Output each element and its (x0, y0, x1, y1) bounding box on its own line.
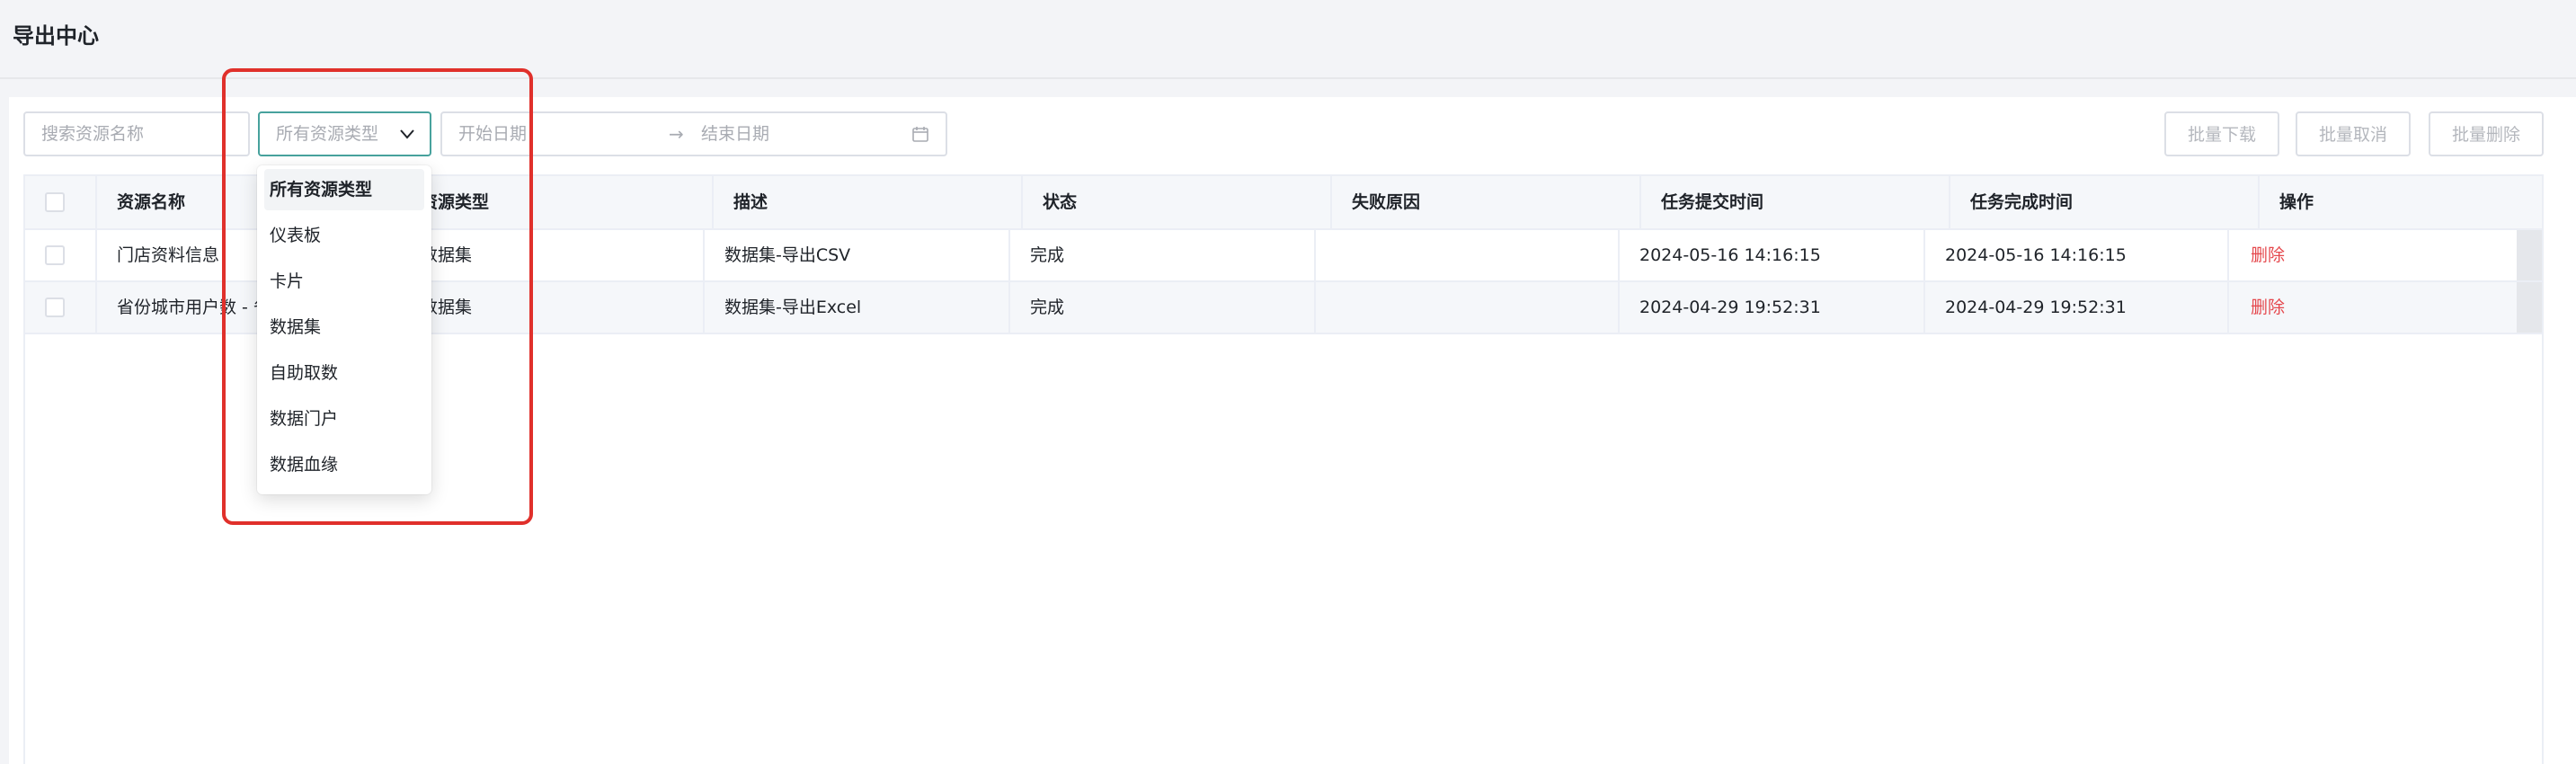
cell-complete-time: 2024-04-29 19:52:31 (1923, 282, 2227, 333)
row-checkbox[interactable] (45, 298, 65, 317)
cell-complete-time: 2024-05-16 14:16:15 (1923, 230, 2227, 280)
dropdown-option[interactable]: 数据集 (264, 306, 424, 348)
column-header-actions: 操作 (2258, 176, 2542, 228)
date-end-input[interactable]: 结束日期 (701, 113, 769, 155)
column-header-submit-time: 任务提交时间 (1639, 176, 1949, 228)
dropdown-option[interactable]: 数据门户 (264, 398, 424, 440)
cell-type: 数据集 (421, 298, 473, 317)
date-range-arrow-icon: → (669, 123, 684, 145)
delete-link[interactable]: 删除 (2251, 245, 2285, 265)
resource-type-dropdown: 所有资源类型 仪表板 卡片 数据集 自助取数 数据门户 数据血缘 (257, 165, 431, 494)
page-title: 导出中心 (13, 23, 99, 49)
batch-download-button[interactable]: 批量下载 (2164, 111, 2279, 156)
cell-status: 完成 (1008, 282, 1314, 333)
scrollbar-track[interactable] (2517, 282, 2542, 333)
column-header-type: 资源类型 (421, 192, 490, 212)
header-divider (0, 77, 2576, 79)
cell-submit-time: 2024-04-29 19:52:31 (1618, 282, 1923, 333)
cell-description: 数据集-导出Excel (703, 282, 1008, 333)
column-header-complete-time: 任务完成时间 (1949, 176, 2258, 228)
cell-description: 数据集-导出CSV (703, 230, 1008, 280)
cell-actions: 删除 (2227, 230, 2517, 280)
cell-failure-reason (1314, 282, 1618, 333)
dropdown-option[interactable]: 仪表板 (264, 215, 424, 256)
dropdown-option[interactable]: 卡片 (264, 261, 424, 302)
date-start-input[interactable]: 开始日期 (458, 113, 527, 155)
column-header-failure-reason: 失败原因 (1330, 176, 1639, 228)
cell-actions: 删除 (2227, 282, 2517, 333)
dropdown-option[interactable]: 数据血缘 (264, 444, 424, 485)
cell-failure-reason (1314, 230, 1618, 280)
cell-status: 完成 (1008, 230, 1314, 280)
cell-submit-time: 2024-05-16 14:16:15 (1618, 230, 1923, 280)
cell-type: 数据集 (421, 245, 473, 265)
dropdown-option[interactable]: 自助取数 (264, 352, 424, 394)
scrollbar-track[interactable] (2517, 230, 2542, 280)
select-all-checkbox[interactable] (45, 192, 65, 212)
resource-type-select-value: 所有资源类型 (276, 124, 379, 144)
search-input[interactable] (23, 111, 250, 156)
resource-type-select[interactable]: 所有资源类型 (258, 111, 431, 156)
date-range-picker[interactable]: 开始日期 → 结束日期 (440, 111, 947, 156)
delete-link[interactable]: 删除 (2251, 298, 2285, 317)
row-checkbox[interactable] (45, 245, 65, 265)
calendar-icon (912, 127, 928, 142)
column-header-status: 状态 (1021, 176, 1330, 228)
column-header-description: 描述 (712, 176, 1021, 228)
batch-delete-button[interactable]: 批量删除 (2429, 111, 2544, 156)
chevron-down-icon (400, 129, 414, 139)
batch-cancel-button[interactable]: 批量取消 (2296, 111, 2411, 156)
dropdown-option[interactable]: 所有资源类型 (264, 169, 424, 210)
